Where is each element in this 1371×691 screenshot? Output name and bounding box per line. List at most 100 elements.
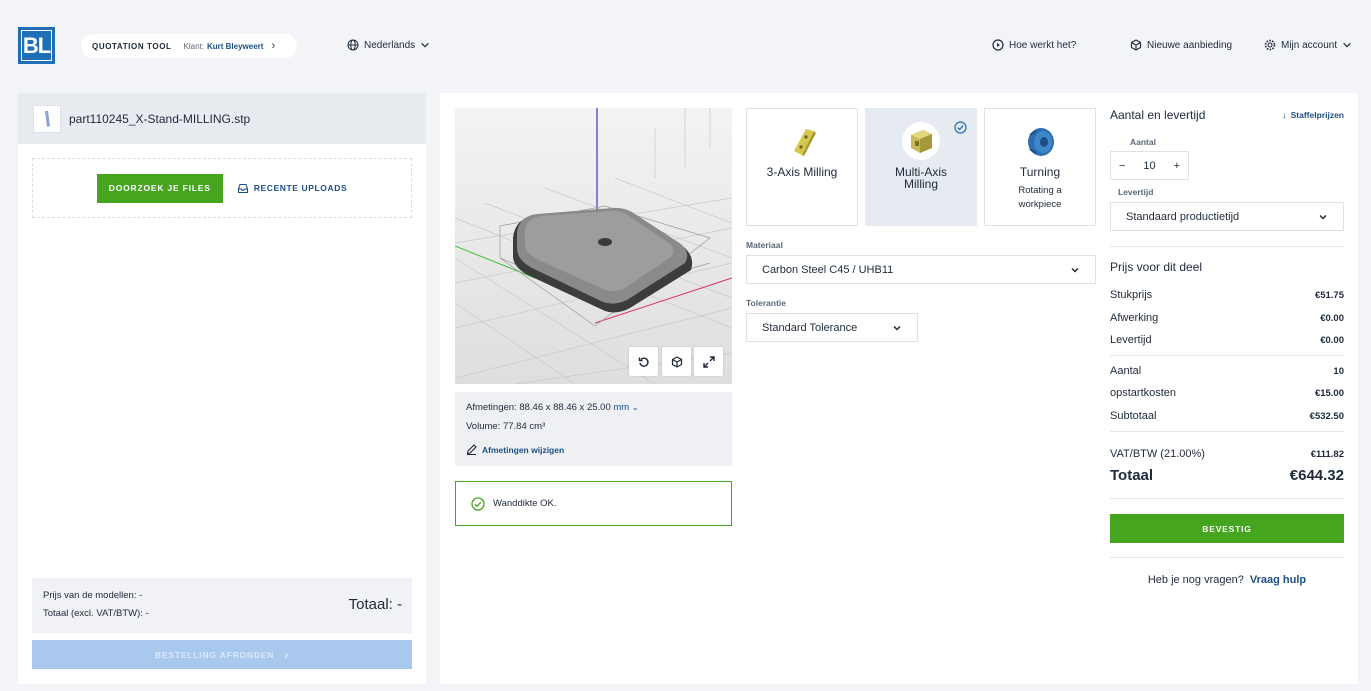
help-link[interactable]: Vraag hulp	[1250, 574, 1306, 586]
chevron-right-icon: ›	[284, 647, 290, 662]
part-price-title: Prijs voor dit deel	[1110, 260, 1203, 274]
process-subtitle: Rotating a workpiece	[1018, 185, 1062, 210]
finish-label: Afwerking	[1110, 312, 1159, 324]
file-thumbnail	[33, 104, 61, 133]
expand-icon	[702, 355, 715, 368]
subtotal-value: €532.50	[1309, 411, 1344, 422]
new-offer-label: Nieuwe aanbieding	[1147, 39, 1233, 51]
total-label: Totaal	[1110, 467, 1154, 484]
setup-cost-row: opstartkosten €15.00	[1110, 387, 1344, 399]
file-name: part110245_X-Stand-MILLING.stp	[69, 111, 251, 126]
divider	[1110, 355, 1344, 356]
gear-icon	[1264, 39, 1276, 51]
play-circle-icon	[992, 39, 1004, 51]
model-dimensions: Afmetingen: 88.46 x 88.46 x 25.00 mm ⌄ V…	[455, 392, 732, 466]
process-card-3-axis[interactable]: 3-Axis Milling	[746, 108, 858, 226]
quantity-label: Aantal	[1130, 137, 1156, 147]
client-selector[interactable]: QUOTATION TOOL Klant: Kurt Bleyweert ›	[81, 34, 297, 58]
edit-dimensions-label: Afmetingen wijzigen	[482, 444, 565, 455]
vat-label: VAT/BTW (21.00%)	[1110, 448, 1205, 460]
qty-label: Aantal	[1110, 365, 1142, 377]
chevron-down-icon	[1319, 214, 1327, 220]
material-value: Carbon Steel C45 / UHB11	[762, 263, 894, 276]
help-text: Heb je nog vragen?	[1147, 574, 1244, 586]
account-label: Mijn account	[1281, 39, 1338, 51]
process-title: Turning	[1019, 165, 1061, 179]
tolerance-select[interactable]: Standard Tolerance	[746, 313, 918, 342]
chevron-down-icon	[1343, 42, 1351, 48]
how-it-works-link[interactable]: Hoe werkt het?	[992, 39, 1076, 51]
reset-view-button[interactable]	[629, 347, 658, 376]
brand-logo[interactable]: BL	[18, 27, 55, 64]
subtotal-row: Subtotaal €532.50	[1110, 410, 1344, 422]
quantity-title: Aantal en levertijd	[1110, 108, 1206, 122]
divider	[1110, 498, 1344, 499]
tool-label: QUOTATION TOOL	[92, 41, 172, 51]
lead-time-select[interactable]: Standaard productietijd	[1110, 202, 1344, 231]
view-cube-button[interactable]	[662, 347, 691, 376]
tolerance-value: Standard Tolerance	[762, 321, 858, 334]
recent-uploads-link[interactable]: RECENTE UPLOADS	[237, 183, 348, 194]
tiered-prices-label: Staffelprijzen	[1290, 110, 1344, 120]
3-axis-part-icon	[794, 129, 816, 156]
subtotal-label: Subtotaal	[1110, 410, 1157, 422]
wall-thickness-status: Wanddikte OK.	[455, 481, 732, 526]
lead-time-label: Levertijd	[1118, 187, 1154, 197]
dimensions-label: Afmetingen:	[466, 402, 517, 413]
setup-cost-label: opstartkosten	[1110, 387, 1177, 399]
lead-cost-label: Levertijd	[1110, 334, 1152, 346]
upload-dropzone[interactable]: DOORZOEK JE FILES RECENTE UPLOADS	[32, 158, 412, 218]
client-label: Klant:	[183, 41, 204, 51]
chevron-down-icon	[893, 325, 901, 331]
wall-thickness-text: Wanddikte OK.	[493, 498, 557, 509]
finish-order-button[interactable]: BESTELLING AFRONDEN ›	[32, 640, 412, 669]
process-card-turning[interactable]: Turning Rotating a workpiece	[984, 108, 1096, 226]
models-price-label: Prijs van de modellen:	[43, 590, 137, 601]
check-badge-icon	[954, 121, 967, 134]
file-panel: part110245_X-Stand-MILLING.stp DOORZOEK …	[18, 93, 426, 684]
finish-order-label: BESTELLING AFRONDEN	[154, 649, 275, 660]
3d-model-viewer[interactable]	[455, 108, 732, 384]
language-label: Nederlands	[364, 39, 416, 51]
volume-value: 77.84 cm³	[502, 421, 546, 432]
multi-axis-part-icon	[911, 130, 932, 153]
total-value: €644.32	[1289, 467, 1344, 484]
new-offer-link[interactable]: Nieuwe aanbieding	[1130, 39, 1232, 51]
decrement-button[interactable]: −	[1111, 160, 1133, 172]
process-card-multi-axis[interactable]: Multi-Axis Milling	[865, 108, 977, 226]
browse-files-button[interactable]: DOORZOEK JE FILES	[96, 173, 223, 203]
models-price-value: -	[139, 590, 143, 601]
unit-price-row: Stukprijs €51.75	[1110, 289, 1344, 301]
account-menu[interactable]: Mijn account	[1264, 39, 1352, 51]
tiered-prices-link[interactable]: ↓ Staffelprijzen	[1282, 110, 1344, 120]
edit-dimensions-link[interactable]: Afmetingen wijzigen	[466, 444, 564, 455]
confirm-button[interactable]: BEVESTIG	[1110, 514, 1344, 543]
process-title: Multi-Axis Milling	[894, 165, 947, 191]
order-total-label: Totaal:	[348, 596, 393, 613]
divider	[1110, 246, 1344, 247]
fullscreen-button[interactable]	[694, 347, 723, 376]
cube-icon	[1130, 39, 1142, 51]
unit-value: mm	[613, 402, 630, 413]
part-config-panel: Afmetingen: 88.46 x 88.46 x 25.00 mm ⌄ V…	[440, 93, 1358, 684]
total-excl-label: Totaal (excl. VAT/BTW):	[43, 608, 143, 619]
file-header[interactable]: part110245_X-Stand-MILLING.stp	[18, 93, 426, 144]
cube-icon	[671, 355, 682, 368]
quantity-input[interactable]: 10	[1133, 160, 1165, 172]
qty-row: Aantal 10	[1110, 365, 1344, 377]
chevron-down-icon	[421, 42, 429, 48]
pencil-icon	[466, 444, 477, 455]
inbox-icon	[237, 183, 248, 193]
chevron-down-icon	[1071, 267, 1079, 273]
unit-selector[interactable]: mm ⌄	[613, 402, 638, 413]
globe-icon	[347, 39, 359, 51]
language-selector[interactable]: Nederlands	[347, 39, 430, 51]
material-label: Materiaal	[746, 240, 783, 250]
how-it-works-label: Hoe werkt het?	[1009, 39, 1077, 51]
material-select[interactable]: Carbon Steel C45 / UHB11	[746, 255, 1096, 284]
setup-cost-value: €15.00	[1314, 388, 1344, 399]
arrow-down-icon: ↓	[1282, 110, 1287, 120]
increment-button[interactable]: +	[1166, 160, 1188, 172]
total-row: Totaal €644.32	[1110, 467, 1344, 484]
vat-row: VAT/BTW (21.00%) €111.82	[1110, 448, 1344, 460]
